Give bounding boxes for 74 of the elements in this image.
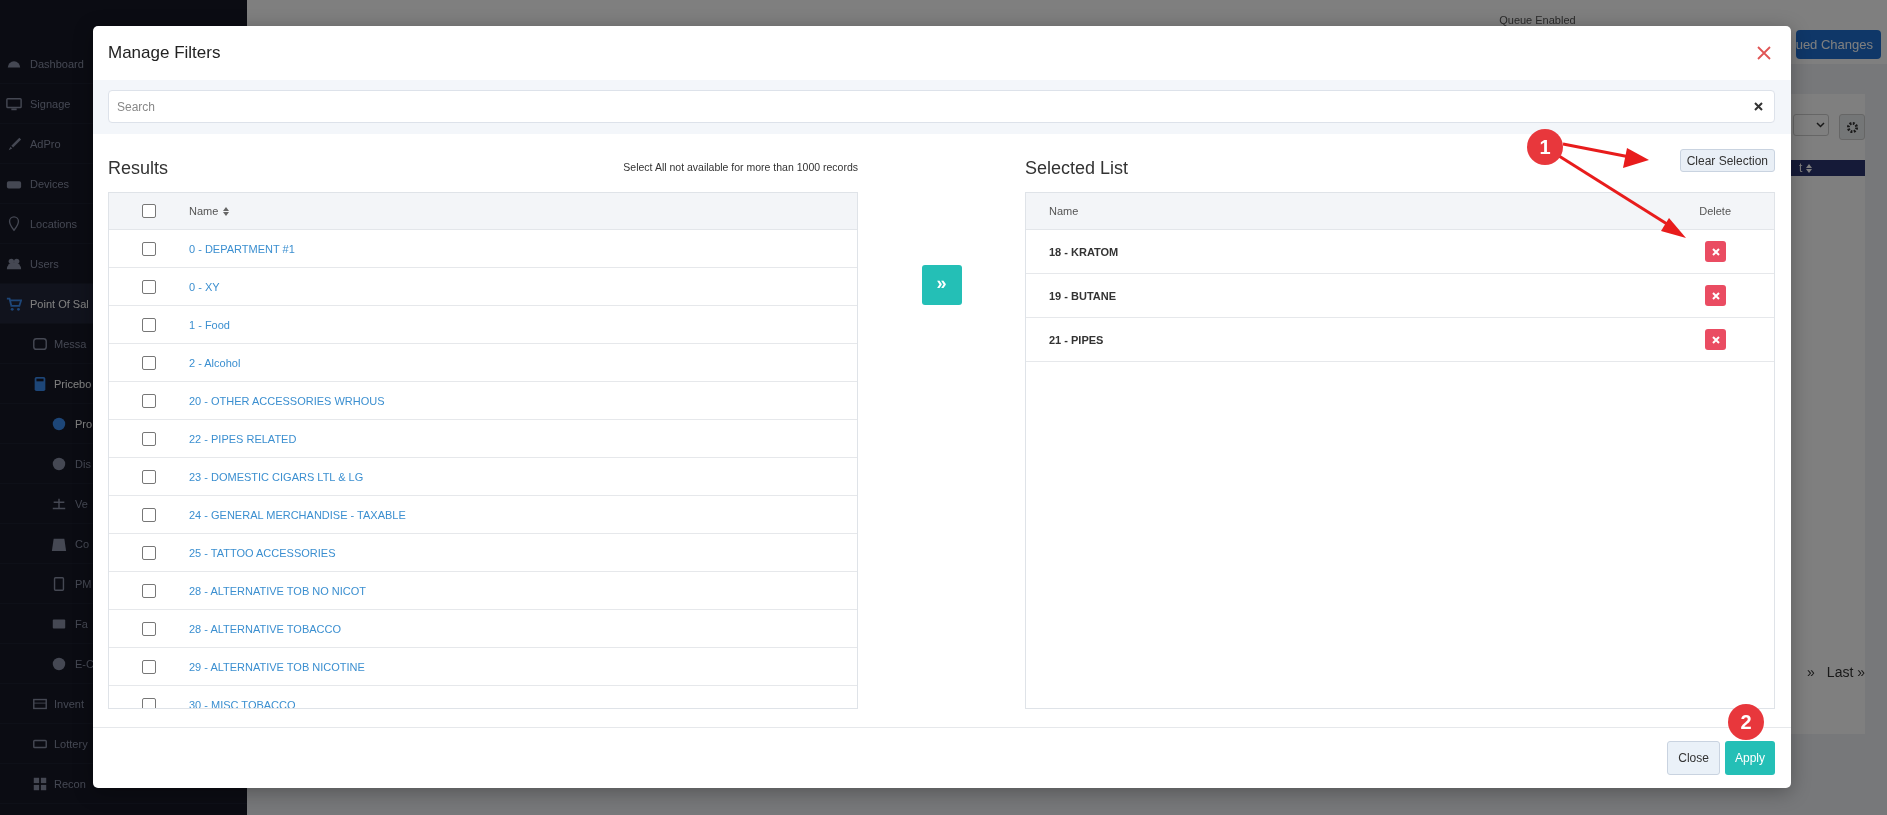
- delete-button[interactable]: [1705, 329, 1726, 350]
- delete-button[interactable]: [1705, 285, 1726, 306]
- queued-changes-button[interactable]: ued Changes: [1795, 30, 1881, 59]
- record-link[interactable]: 25 - TATTOO ACCESSORIES: [189, 546, 336, 559]
- section-title: Results: [108, 158, 169, 179]
- record-link[interactable]: 24 - GENERAL MERCHANDISE - TAXABLE: [189, 508, 406, 521]
- cart-icon: [6, 295, 22, 312]
- close-icon: [1711, 247, 1720, 256]
- record-link[interactable]: 2 - Alcohol: [189, 356, 241, 369]
- info-text: Select All not available for more than 1000 records: [623, 161, 858, 175]
- close-icon[interactable]: [1757, 46, 1771, 60]
- checkbox[interactable]: [142, 279, 156, 294]
- gear-icon: [1845, 120, 1859, 134]
- checkbox[interactable]: [142, 545, 156, 560]
- pagination-link[interactable]: »: [1807, 664, 1815, 680]
- column-header: t: [1799, 161, 1803, 175]
- column-header: Delete: [1699, 205, 1731, 217]
- close-icon: [1711, 335, 1720, 344]
- section-title: Selected List: [1025, 158, 1129, 179]
- sort-icon[interactable]: [223, 206, 230, 216]
- settings-button[interactable]: [1839, 114, 1865, 140]
- record-link[interactable]: 1 - Food: [189, 318, 230, 331]
- brush-icon: [6, 135, 22, 152]
- circle-icon: [51, 455, 67, 472]
- record-link[interactable]: 0 - XY: [189, 280, 220, 293]
- checkbox[interactable]: [142, 317, 156, 332]
- column-header[interactable]: Name: [189, 205, 219, 217]
- record-link[interactable]: 23 - DOMESTIC CIGARS LTL & LG: [189, 470, 364, 483]
- checkbox[interactable]: [142, 393, 156, 408]
- checkbox[interactable]: [142, 469, 156, 484]
- dialog-title: Manage Filters: [108, 43, 221, 63]
- apply-button[interactable]: Apply: [1724, 741, 1775, 775]
- table-cell: 18 - KRATOM: [1049, 245, 1119, 258]
- checkbox[interactable]: [142, 507, 156, 522]
- table-cell: 19 - BUTANE: [1049, 289, 1117, 302]
- step-badge: 2: [1728, 704, 1764, 740]
- move-right-button[interactable]: »: [921, 265, 962, 305]
- pin-icon: [6, 215, 22, 232]
- record-link[interactable]: 22 - PIPES RELATED: [189, 432, 297, 445]
- record-link[interactable]: 28 - ALTERNATIVE TOBACCO: [189, 622, 341, 635]
- step-badge: 1: [1527, 129, 1563, 165]
- close-button[interactable]: Close: [1667, 741, 1720, 775]
- checkbox[interactable]: [142, 583, 156, 598]
- select-field[interactable]: [1793, 114, 1829, 136]
- circle-icon: [51, 655, 67, 672]
- queue-label: Queue Enabled: [1499, 14, 1576, 26]
- clear-selection-button[interactable]: Clear Selection: [1679, 149, 1775, 172]
- grid-icon: [32, 775, 48, 792]
- clear-icon[interactable]: [1754, 102, 1763, 111]
- sort-icon: [1806, 163, 1813, 173]
- table-cell: 21 - PIPES: [1049, 333, 1104, 346]
- search-field[interactable]: Search: [108, 90, 1775, 123]
- pagination-link[interactable]: Last »: [1826, 664, 1865, 680]
- calculator-icon: [32, 375, 48, 392]
- checkbox[interactable]: [142, 621, 156, 636]
- record-link[interactable]: 28 - ALTERNATIVE TOB NO NICOT: [189, 584, 367, 597]
- record-link[interactable]: 30 - MISC TOBACCO: [189, 698, 296, 708]
- record-link[interactable]: 0 - DEPARTMENT #1: [189, 242, 295, 255]
- checkbox[interactable]: [142, 697, 156, 708]
- close-icon: [1711, 291, 1720, 300]
- checkbox[interactable]: [142, 659, 156, 674]
- checkbox[interactable]: [142, 204, 156, 218]
- monitor-icon: [6, 95, 22, 112]
- delete-button[interactable]: [1705, 241, 1726, 262]
- message-icon: [32, 335, 48, 352]
- checkbox[interactable]: [142, 431, 156, 446]
- checkbox[interactable]: [142, 241, 156, 256]
- record-link[interactable]: 29 - ALTERNATIVE TOB NICOTINE: [189, 660, 365, 673]
- circle-icon: [51, 415, 67, 432]
- record-link[interactable]: 20 - OTHER ACCESSORIES WRHOUS: [189, 394, 385, 407]
- column-header: Name: [1049, 205, 1079, 217]
- chevron-down-icon: [1816, 122, 1825, 128]
- checkbox[interactable]: [142, 355, 156, 370]
- document-icon: [51, 575, 67, 592]
